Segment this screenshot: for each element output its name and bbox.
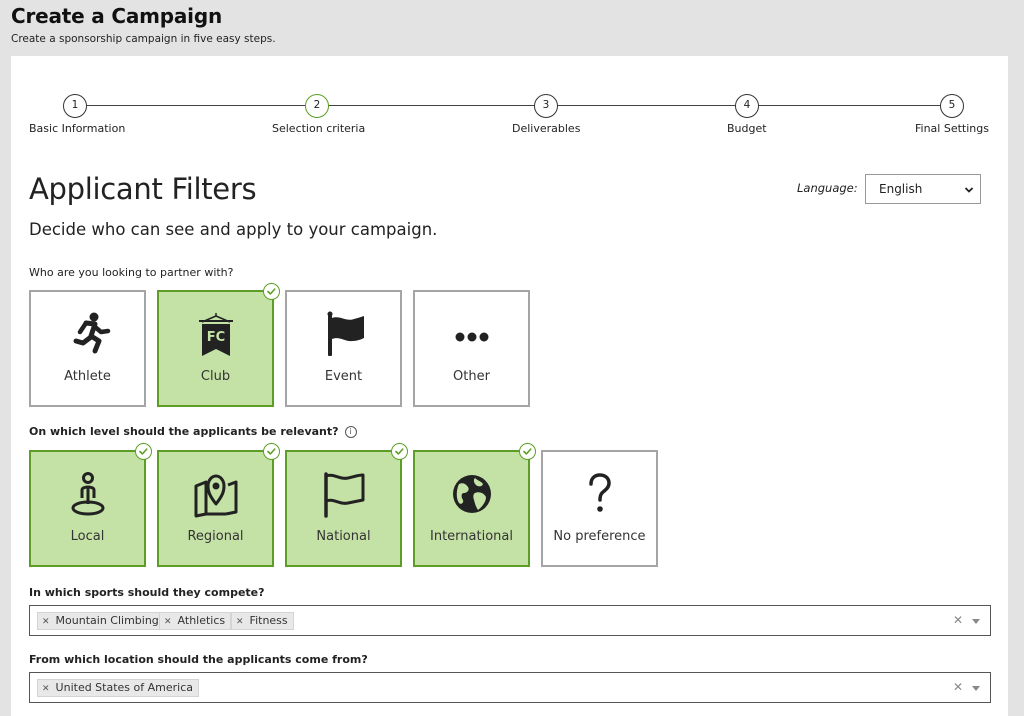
- level-option-local[interactable]: Local: [29, 443, 152, 567]
- level-option-international[interactable]: International: [413, 443, 536, 567]
- page-subtitle: Create a sponsorship campaign in five ea…: [11, 33, 276, 45]
- level-option-no-preference[interactable]: No preference: [541, 450, 658, 567]
- sport-chip: ✕ Fitness: [231, 612, 294, 630]
- language-selected-value: English: [879, 182, 923, 196]
- caret-down-icon[interactable]: [972, 619, 980, 624]
- level-option-label: Local: [70, 529, 105, 544]
- more-dots-icon: [455, 332, 488, 342]
- remove-chip-icon[interactable]: ✕: [42, 617, 50, 627]
- remove-chip-icon[interactable]: ✕: [42, 684, 50, 694]
- check-icon: [263, 443, 280, 460]
- section-title: Applicant Filters: [29, 172, 257, 206]
- partner-option-label: Other: [453, 369, 490, 384]
- check-icon: [519, 443, 536, 460]
- partner-option-athlete[interactable]: Athlete: [29, 290, 146, 407]
- info-icon[interactable]: i: [344, 426, 357, 438]
- clear-all-icon[interactable]: ✕: [953, 613, 963, 627]
- sport-chip: ✕ Mountain Climbing: [37, 612, 165, 630]
- step-3-circle[interactable]: 3: [534, 94, 558, 118]
- check-icon: [263, 283, 280, 300]
- location-person-icon: [71, 472, 104, 516]
- sports-multiselect[interactable]: ✕ Mountain Climbing ✕ Athletics ✕ Fitness ✕: [29, 605, 991, 636]
- flag-icon: [327, 311, 364, 356]
- question-mark-icon: [588, 473, 611, 512]
- partner-option-event[interactable]: Event: [285, 290, 402, 407]
- chip-label: Mountain Climbing: [55, 614, 159, 627]
- clear-all-icon[interactable]: ✕: [953, 680, 963, 694]
- running-person-icon: [73, 312, 110, 354]
- section-subtitle: Decide who can see and apply to your cam…: [29, 220, 438, 239]
- chip-label: Fitness: [249, 614, 288, 627]
- level-question-label: On which level should the applicants be …: [29, 425, 357, 438]
- language-select[interactable]: English: [865, 174, 981, 204]
- level-question-text: On which level should the applicants be …: [29, 425, 339, 438]
- campaign-form-card: 1 Basic Information 2 Selection criteria…: [11, 56, 1008, 716]
- svg-text:FC: FC: [206, 330, 224, 345]
- chip-label: Athletics: [177, 614, 226, 627]
- chip-label: United States of America: [55, 681, 194, 694]
- check-icon: [391, 443, 408, 460]
- step-4-label[interactable]: Budget: [727, 122, 767, 135]
- step-5-label[interactable]: Final Settings: [915, 122, 989, 135]
- level-option-label: National: [316, 529, 371, 544]
- location-multiselect[interactable]: ✕ United States of America ✕: [29, 672, 991, 703]
- map-pin-icon: [194, 474, 237, 518]
- partner-question-label: Who are you looking to partner with?: [29, 266, 234, 279]
- level-option-regional[interactable]: Regional: [157, 443, 280, 567]
- location-question-label: From which location should the applicant…: [29, 653, 368, 666]
- page-title: Create a Campaign: [11, 4, 222, 28]
- location-chip: ✕ United States of America: [37, 679, 200, 697]
- step-1-label[interactable]: Basic Information: [29, 122, 125, 135]
- step-5-circle[interactable]: 5: [940, 94, 964, 118]
- remove-chip-icon[interactable]: ✕: [164, 617, 172, 627]
- sport-chip: ✕ Athletics: [159, 612, 232, 630]
- partner-option-label: Athlete: [64, 369, 111, 384]
- caret-down-icon[interactable]: [972, 686, 980, 691]
- step-4-circle[interactable]: 4: [735, 94, 759, 118]
- partner-option-club[interactable]: FC Club: [157, 283, 280, 407]
- partner-option-other[interactable]: Other: [413, 290, 530, 407]
- stepper-line: [74, 105, 953, 106]
- check-icon: [135, 443, 152, 460]
- step-2-circle[interactable]: 2: [305, 94, 329, 118]
- sports-question-label: In which sports should they compete?: [29, 586, 265, 599]
- language-label: Language:: [797, 181, 858, 195]
- level-option-label: Regional: [187, 529, 244, 544]
- chevron-down-icon: [964, 187, 974, 193]
- step-2-label[interactable]: Selection criteria: [272, 122, 365, 135]
- step-3-label[interactable]: Deliverables: [512, 122, 580, 135]
- level-option-label: International: [430, 529, 513, 544]
- globe-icon: [452, 475, 491, 513]
- flag-outline-icon: [323, 472, 364, 518]
- club-pennant-icon: FC: [198, 313, 233, 356]
- partner-option-label: Club: [200, 369, 231, 384]
- level-option-national[interactable]: National: [285, 443, 408, 567]
- level-option-label: No preference: [553, 529, 646, 544]
- remove-chip-icon[interactable]: ✕: [236, 617, 244, 627]
- step-1-circle[interactable]: 1: [63, 94, 87, 118]
- partner-option-label: Event: [324, 369, 363, 384]
